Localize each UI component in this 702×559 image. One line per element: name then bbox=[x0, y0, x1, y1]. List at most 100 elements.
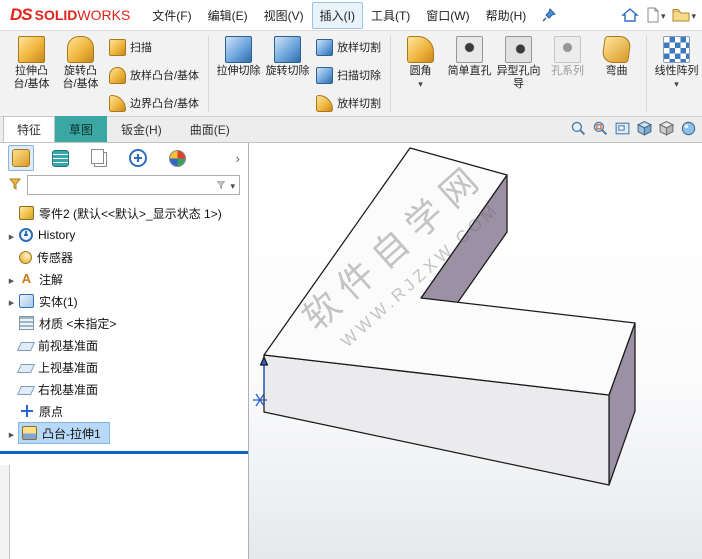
ribbon-group-features: 圆角 简单直孔 异型孔向导 孔系列 弯曲 bbox=[393, 32, 644, 116]
rollback-bar[interactable] bbox=[0, 451, 248, 454]
selected-tree-item[interactable]: 凸台-拉伸1 bbox=[18, 422, 110, 444]
expand-arrow-icon[interactable] bbox=[5, 426, 18, 440]
revolved-boss-icon bbox=[67, 36, 94, 63]
flex-icon bbox=[601, 36, 632, 63]
pin-icon[interactable] bbox=[542, 8, 557, 22]
tab-sketch[interactable]: 草图 bbox=[55, 116, 108, 142]
dimxpertmanager-icon bbox=[129, 149, 147, 167]
zoom-window-icon[interactable] bbox=[614, 120, 631, 137]
simple-hole-button[interactable]: 简单直孔 bbox=[445, 33, 494, 81]
tab-surfaces[interactable]: 曲面(E) bbox=[176, 116, 244, 142]
sensors-icon bbox=[19, 250, 32, 264]
swept-boss-icon bbox=[109, 38, 126, 56]
propertymanager-tab[interactable] bbox=[47, 145, 73, 171]
tree-item-sensors[interactable]: 传感器 bbox=[0, 246, 248, 268]
displaymanager-tab[interactable] bbox=[164, 145, 190, 171]
menu-insert[interactable]: 插入(I) bbox=[311, 1, 363, 29]
menu-file[interactable]: 文件(F) bbox=[144, 2, 199, 29]
lofted-boss-button[interactable]: 放样凸台/基体 bbox=[105, 63, 203, 87]
tree-item-origin[interactable]: 原点 bbox=[0, 400, 248, 422]
home-icon[interactable] bbox=[621, 7, 639, 23]
section-view-icon[interactable] bbox=[636, 120, 653, 137]
tree-item-boss-extrude1[interactable]: 凸台-拉伸1 bbox=[0, 422, 248, 444]
button-label: 放样切割 bbox=[337, 42, 382, 54]
expand-arrow-icon[interactable] bbox=[5, 272, 18, 286]
extruded-cut-button[interactable]: 拉伸切除 bbox=[214, 33, 263, 81]
tree-item-history[interactable]: History bbox=[0, 224, 248, 246]
linear-pattern-icon bbox=[663, 36, 691, 63]
ribbon-group-cut: 拉伸切除 旋转切除 放样切割 扫描切除 放样切割 bbox=[211, 32, 388, 116]
display-style-icon[interactable] bbox=[680, 120, 697, 137]
zoom-fit-icon[interactable] bbox=[570, 120, 587, 137]
expand-arrow-icon[interactable] bbox=[5, 294, 18, 308]
boundary-boss-button[interactable]: 边界凸台/基体 bbox=[105, 91, 203, 115]
lofted-cut-icon-2 bbox=[316, 94, 334, 112]
linear-pattern-caret-icon[interactable] bbox=[674, 78, 679, 91]
viewport-3d[interactable]: 软件自学网 WWW.RJZXW.COM bbox=[249, 143, 702, 559]
zoom-area-icon[interactable] bbox=[592, 120, 609, 137]
tree-item-label: 传感器 bbox=[37, 250, 74, 265]
open-document-icon[interactable] bbox=[672, 8, 696, 22]
panel-expand-chevron-icon[interactable] bbox=[236, 151, 240, 166]
filter-funnel-icon bbox=[8, 177, 22, 194]
tree-filter-input[interactable] bbox=[27, 175, 240, 195]
extruded-cut-icon bbox=[225, 36, 253, 63]
logo-works-text: WORKS bbox=[77, 7, 131, 23]
expand-arrow-icon[interactable] bbox=[5, 228, 18, 242]
tree-item-front-plane[interactable]: 前视基准面 bbox=[0, 334, 248, 356]
menu-help[interactable]: 帮助(H) bbox=[478, 2, 535, 29]
tab-features[interactable]: 特征 bbox=[3, 116, 56, 142]
collapsed-pane-strip[interactable] bbox=[0, 465, 10, 559]
featuremanager-tab[interactable] bbox=[8, 145, 34, 171]
tree-item-material[interactable]: 材质 <未指定> bbox=[0, 312, 248, 334]
view-orientation-icon[interactable] bbox=[658, 120, 675, 137]
linear-pattern-button[interactable]: 线性阵列 bbox=[652, 33, 701, 94]
tree-item-annotations[interactable]: 注解 bbox=[0, 268, 248, 290]
swept-boss-button[interactable]: 扫描 bbox=[105, 35, 203, 59]
button-label: 放样切割 bbox=[337, 98, 382, 110]
revolved-cut-button[interactable]: 旋转切除 bbox=[263, 33, 312, 81]
menu-window[interactable]: 窗口(W) bbox=[418, 2, 477, 29]
boss-small-column: 扫描 放样凸台/基体 边界凸台/基体 bbox=[105, 33, 203, 116]
button-label: 旋转切除 bbox=[265, 65, 310, 77]
new-document-caret-icon[interactable] bbox=[661, 8, 666, 22]
solidworks-logo: DS SOLID WORKS bbox=[10, 5, 130, 25]
plane-icon bbox=[16, 341, 36, 351]
fillet-button[interactable]: 圆角 bbox=[396, 33, 445, 94]
part-3d-model[interactable] bbox=[249, 143, 702, 559]
extruded-boss-button[interactable]: 拉伸凸台/基体 bbox=[7, 33, 56, 94]
lofted-cut-button-2[interactable]: 放样切割 bbox=[312, 91, 385, 115]
flex-button[interactable]: 弯曲 bbox=[592, 33, 641, 81]
dimxpertmanager-tab[interactable] bbox=[125, 145, 151, 171]
tree-item-right-plane[interactable]: 右视基准面 bbox=[0, 378, 248, 400]
filter-caret-icon[interactable] bbox=[230, 178, 235, 192]
tree-root-label: 零件2 (默认<<默认>_显示状态 1>) bbox=[39, 206, 222, 221]
ribbon-separator bbox=[208, 36, 210, 112]
fillet-icon bbox=[407, 36, 435, 63]
tree-item-top-plane[interactable]: 上视基准面 bbox=[0, 356, 248, 378]
tree-root-part[interactable]: 零件2 (默认<<默认>_显示状态 1>) bbox=[0, 202, 248, 224]
fillet-caret-icon[interactable] bbox=[418, 78, 423, 91]
tree-item-label: 材质 <未指定> bbox=[39, 316, 117, 331]
tree-item-solid-bodies[interactable]: 实体(1) bbox=[0, 290, 248, 312]
hole-wizard-button[interactable]: 异型孔向导 bbox=[494, 33, 543, 94]
lofted-cut-button[interactable]: 放样切割 bbox=[312, 35, 385, 59]
lofted-cut-icon bbox=[316, 38, 334, 56]
tab-sheet-metal[interactable]: 钣金(H) bbox=[107, 116, 176, 142]
button-label: 孔系列 bbox=[551, 65, 585, 77]
tree-filter-row bbox=[0, 173, 248, 199]
menu-view[interactable]: 视图(V) bbox=[256, 2, 312, 29]
menu-tools[interactable]: 工具(T) bbox=[363, 2, 418, 29]
solid-bodies-icon bbox=[19, 294, 34, 308]
menu-edit[interactable]: 编辑(E) bbox=[200, 2, 256, 29]
revolved-boss-button[interactable]: 旋转凸台/基体 bbox=[56, 33, 105, 94]
featuremanager-icon bbox=[12, 149, 30, 167]
button-label: 放样凸台/基体 bbox=[130, 70, 200, 82]
tree-item-label: 注解 bbox=[39, 272, 64, 287]
button-label: 扫描 bbox=[130, 42, 152, 54]
configurationmanager-tab[interactable] bbox=[86, 145, 112, 171]
open-document-caret-icon[interactable] bbox=[691, 8, 696, 22]
propertymanager-icon bbox=[51, 149, 69, 167]
new-document-icon[interactable] bbox=[646, 7, 666, 23]
swept-cut-button[interactable]: 扫描切除 bbox=[312, 63, 385, 87]
